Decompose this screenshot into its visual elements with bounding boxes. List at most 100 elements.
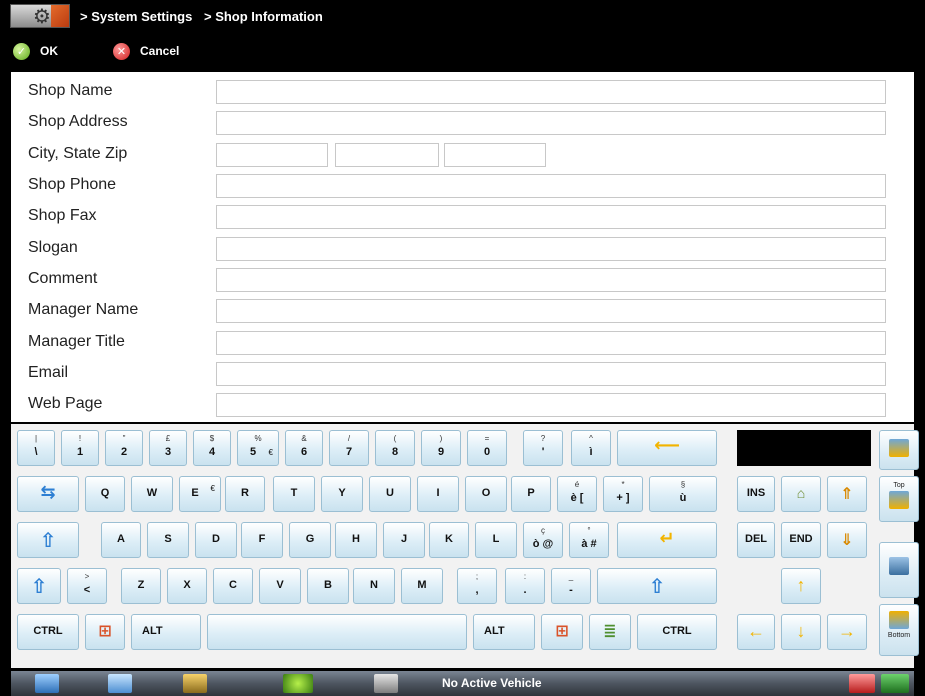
key-z[interactable]: Z (121, 568, 161, 604)
key-0[interactable]: = 0 (467, 430, 507, 466)
key-x[interactable]: X (167, 568, 207, 604)
space-bar[interactable] (207, 614, 467, 650)
menu-key[interactable]: ≣ (589, 614, 631, 650)
scroll-top-button[interactable]: Top (879, 476, 919, 522)
keyboard-close-button[interactable] (879, 542, 919, 598)
breadcrumb-system-settings[interactable]: > System Settings (80, 9, 192, 24)
vehicle-icon[interactable] (374, 674, 398, 693)
key-5[interactable]: % 5 € (237, 430, 279, 466)
down-arrow-key[interactable]: ↓ (781, 614, 821, 650)
state-field[interactable] (335, 143, 439, 167)
key-b[interactable]: B (307, 568, 349, 604)
key-y[interactable]: Y (321, 476, 363, 512)
shop-phone-field[interactable] (216, 174, 886, 198)
key-4[interactable]: $ 4 (193, 430, 231, 466)
key-e-grave[interactable]: é è [ (557, 476, 597, 512)
key-1[interactable]: ! 1 (61, 430, 99, 466)
key-o-grave[interactable]: ç ò @ (523, 522, 563, 558)
del-key[interactable]: DEL (737, 522, 775, 558)
key-u[interactable]: U (369, 476, 411, 512)
key-g[interactable]: G (289, 522, 331, 558)
key-j[interactable]: J (383, 522, 425, 558)
key-f[interactable]: F (241, 522, 283, 558)
scroll-bottom-button[interactable]: Bottom (879, 604, 919, 656)
ins-key[interactable]: INS (737, 476, 775, 512)
key-o[interactable]: O (465, 476, 507, 512)
web-page-field[interactable] (216, 393, 886, 417)
key-less-than[interactable]: > < (67, 568, 107, 604)
key-w[interactable]: W (131, 476, 173, 512)
key-r[interactable]: R (225, 476, 265, 512)
key-c[interactable]: C (213, 568, 253, 604)
page-down-key[interactable]: ⇓ (827, 522, 867, 558)
key-v[interactable]: V (259, 568, 301, 604)
backspace-key[interactable]: ⟵ (617, 430, 717, 466)
key-9[interactable]: ) 9 (421, 430, 461, 466)
key-h[interactable]: H (335, 522, 377, 558)
manager-title-field[interactable] (216, 331, 886, 355)
zip-field[interactable] (444, 143, 546, 167)
key-m[interactable]: M (401, 568, 443, 604)
email-field[interactable] (216, 362, 886, 386)
shop-name-field[interactable] (216, 80, 886, 104)
power-icon[interactable] (849, 674, 875, 693)
tools-icon[interactable] (183, 674, 207, 693)
up-arrow-key[interactable]: ↑ (781, 568, 821, 604)
caps-lock-key[interactable]: ⇧ (17, 522, 79, 558)
page-up-key[interactable]: ⇑ (827, 476, 867, 512)
key-comma[interactable]: ; , (457, 568, 497, 604)
key-8[interactable]: ( 8 (375, 430, 415, 466)
home-key[interactable]: ⌂ (781, 476, 821, 512)
end-key[interactable]: END (781, 522, 821, 558)
shop-fax-field[interactable] (216, 205, 886, 229)
key-a[interactable]: A (101, 522, 141, 558)
left-windows-key[interactable]: ⊞ (85, 614, 125, 650)
key-e[interactable]: E € (179, 476, 221, 512)
left-shift-key[interactable]: ⇧ (17, 568, 61, 604)
key-plus[interactable]: * + ] (603, 476, 643, 512)
key-p[interactable]: P (511, 476, 551, 512)
left-arrow-key[interactable]: ← (737, 614, 775, 650)
tab-key[interactable]: ⇆ (17, 476, 79, 512)
right-alt-key[interactable]: ALT (473, 614, 535, 650)
form-row-shop-address: Shop Address (11, 108, 914, 136)
key-2[interactable]: " 2 (105, 430, 143, 466)
right-ctrl-key[interactable]: CTRL (637, 614, 717, 650)
key-6[interactable]: & 6 (285, 430, 323, 466)
list-icon[interactable] (108, 674, 132, 693)
shop-address-field[interactable] (216, 111, 886, 135)
comment-field[interactable] (216, 268, 886, 292)
key-backslash[interactable]: | \ (17, 430, 55, 466)
key-n[interactable]: N (353, 568, 395, 604)
key-minus[interactable]: _ - (551, 568, 591, 604)
left-alt-key[interactable]: ALT (131, 614, 201, 650)
right-shift-key[interactable]: ⇧ (597, 568, 717, 604)
key-s[interactable]: S (147, 522, 189, 558)
ok-button[interactable]: ✓ OK (13, 41, 58, 61)
right-windows-key[interactable]: ⊞ (541, 614, 583, 650)
cancel-button[interactable]: ✕ Cancel (113, 41, 179, 61)
key-i[interactable]: I (417, 476, 459, 512)
page-up-button[interactable] (879, 430, 919, 470)
key-q[interactable]: Q (85, 476, 125, 512)
key-l[interactable]: L (475, 522, 517, 558)
key-a-grave[interactable]: ° à # (569, 522, 609, 558)
key-7[interactable]: / 7 (329, 430, 369, 466)
left-ctrl-key[interactable]: CTRL (17, 614, 79, 650)
enter-key[interactable]: ↵ (617, 522, 717, 558)
scanner-icon[interactable] (283, 674, 313, 693)
home-icon[interactable] (35, 674, 59, 693)
manager-name-field[interactable] (216, 299, 886, 323)
key-3[interactable]: £ 3 (149, 430, 187, 466)
settings-gear-icon[interactable]: ⚙ (10, 4, 70, 28)
city-field[interactable] (216, 143, 328, 167)
key-u-grave[interactable]: § ù (649, 476, 717, 512)
right-arrow-key[interactable]: → (827, 614, 867, 650)
slogan-field[interactable] (216, 237, 886, 261)
key-t[interactable]: T (273, 476, 315, 512)
key-d[interactable]: D (195, 522, 237, 558)
key-apostrophe[interactable]: ? ' (523, 430, 563, 466)
key-k[interactable]: K (429, 522, 469, 558)
key-period[interactable]: : . (505, 568, 545, 604)
key-i-grave[interactable]: ^ ì (571, 430, 611, 466)
